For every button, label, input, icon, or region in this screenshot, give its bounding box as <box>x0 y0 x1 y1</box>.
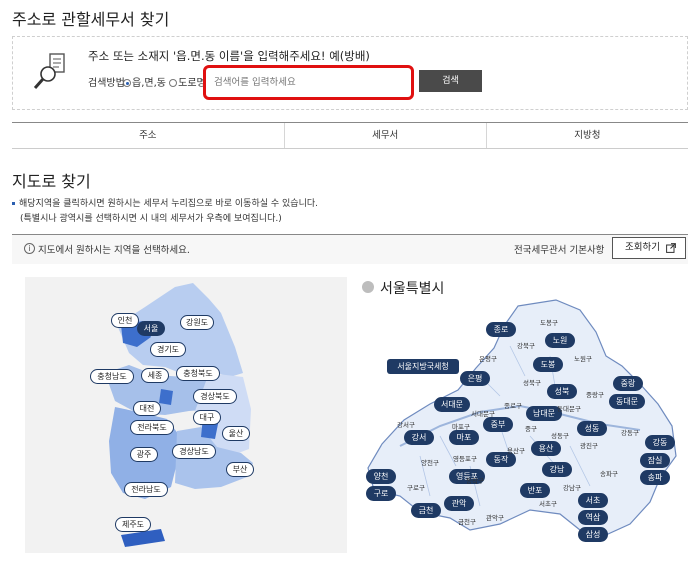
office-nowon[interactable]: 노원 <box>545 333 575 348</box>
region-jeonnam[interactable]: 전라남도 <box>124 482 168 497</box>
region-daejeon[interactable]: 대전 <box>133 401 161 416</box>
office-banpo[interactable]: 반포 <box>520 483 550 498</box>
tab-regional-office[interactable]: 지방청 <box>485 123 688 148</box>
info-text: 지도에서 원하시는 지역을 선택하세요. <box>38 245 190 256</box>
office-geumcheon[interactable]: 금천 <box>411 503 441 518</box>
district-label: 양천구 <box>421 459 439 467</box>
office-samseong[interactable]: 삼성 <box>578 527 608 542</box>
district-label: 용산구 <box>507 447 525 455</box>
search-input[interactable] <box>206 68 411 97</box>
map-note-1: 해당지역을 클릭하시면 원하시는 세무서 누리집으로 바로 이동하실 수 있습니… <box>12 196 318 209</box>
district-label: 영등포구 <box>453 455 477 463</box>
district-label: 강북구 <box>517 342 535 350</box>
office-yangcheon[interactable]: 양천 <box>366 469 396 484</box>
district-label: 종로구 <box>504 402 522 410</box>
seoul-regional-office-label[interactable]: 서울지방국세청 <box>387 359 459 374</box>
district-label: 서대문구 <box>471 410 495 418</box>
search-method-label: 검색방법 <box>88 78 125 89</box>
district-label: 성동구 <box>551 432 569 440</box>
district-label: 성북구 <box>523 379 541 387</box>
region-seoul[interactable]: 서울 <box>137 321 165 336</box>
office-seongdong[interactable]: 성동 <box>577 421 607 436</box>
region-incheon[interactable]: 인천 <box>111 313 139 328</box>
radio-eupmyeondong-label: 읍,면,동 <box>132 78 166 89</box>
result-tabs: 주소 세무서 지방청 <box>12 122 688 149</box>
office-seodaemun[interactable]: 서대문 <box>434 397 470 412</box>
query-button[interactable]: 조회하기 <box>612 237 686 259</box>
office-seocho[interactable]: 서초 <box>578 493 608 508</box>
region-sejong[interactable]: 세종 <box>141 368 169 383</box>
region-chungnam[interactable]: 충청남도 <box>90 369 134 384</box>
radio-eupmyeondong[interactable] <box>123 79 131 87</box>
district-label: 도봉구 <box>540 319 558 327</box>
region-gyeongnam[interactable]: 경상남도 <box>172 444 216 459</box>
search-method-options: 읍,면,동 도로명 <box>123 74 206 89</box>
region-gangwon[interactable]: 강원도 <box>180 315 214 330</box>
radio-road-name-label: 도로명 <box>178 78 206 89</box>
district-label: 중구 <box>525 425 537 433</box>
office-dobong[interactable]: 도봉 <box>533 357 563 372</box>
nationwide-office-link[interactable]: 전국세무관서 기본사항 <box>514 242 604 256</box>
district-label: 강남구 <box>563 484 581 492</box>
tab-tax-office[interactable]: 세무서 <box>283 123 486 148</box>
office-gwanak[interactable]: 관악 <box>444 496 474 511</box>
district-label: 송파구 <box>600 470 618 478</box>
office-songpa[interactable]: 송파 <box>640 470 670 485</box>
office-gangnam[interactable]: 강남 <box>542 462 572 477</box>
region-ulsan[interactable]: 울산 <box>222 426 250 441</box>
seoul-title: 서울특별시 <box>380 281 445 297</box>
office-eunpyeong[interactable]: 은평 <box>460 371 490 386</box>
district-label: 동대문구 <box>557 405 581 413</box>
region-busan[interactable]: 부산 <box>226 462 254 477</box>
office-jongno[interactable]: 종로 <box>486 322 516 337</box>
map-note-2: (특별시나 광역시를 선택하시면 시 내의 세무서가 우측에 보여집니다.) <box>20 214 282 224</box>
office-jungbu[interactable]: 중부 <box>483 417 513 432</box>
region-chungbuk[interactable]: 충청북도 <box>176 366 220 381</box>
circle-arrow-icon <box>362 281 374 293</box>
office-mapo[interactable]: 마포 <box>449 430 479 445</box>
region-jeju[interactable]: 제주도 <box>115 517 151 532</box>
region-jeonbuk[interactable]: 전라북도 <box>130 420 174 435</box>
district-label: 금천구 <box>458 518 476 526</box>
region-gyeonggi[interactable]: 경기도 <box>150 342 186 357</box>
district-label: 강서구 <box>397 421 415 429</box>
seoul-outline <box>367 299 677 535</box>
office-dongdaemun[interactable]: 동대문 <box>609 394 645 409</box>
office-gangseo[interactable]: 강서 <box>404 430 434 445</box>
info-icon: i <box>24 243 35 254</box>
district-label: 중랑구 <box>586 391 604 399</box>
district-label: 서초구 <box>539 500 557 508</box>
district-label: 마포구 <box>452 423 470 431</box>
office-guro[interactable]: 구로 <box>366 486 396 501</box>
map-section-title: 지도로 찾기 <box>12 172 91 191</box>
radio-road-name[interactable] <box>169 79 178 87</box>
search-button[interactable]: 검색 <box>419 70 482 92</box>
office-yeoksam[interactable]: 역삼 <box>578 510 608 525</box>
region-gyeongbuk[interactable]: 경상북도 <box>193 389 237 404</box>
office-gangdong[interactable]: 강동 <box>645 435 675 450</box>
district-label: 광진구 <box>580 442 598 450</box>
document-search-icon <box>33 53 65 89</box>
office-jamsil[interactable]: 잠실 <box>640 453 670 468</box>
district-label: 관악구 <box>486 514 504 522</box>
district-label: 동작구 <box>466 477 484 485</box>
office-seongbuk[interactable]: 성북 <box>547 384 577 399</box>
search-guide-text: 주소 또는 소재지 '읍.면.동 이름'을 입력해주세요! 예(방배) <box>88 49 370 63</box>
daejeon-area[interactable] <box>159 389 173 405</box>
district-label: 은평구 <box>479 355 497 363</box>
page-title: 주소로 관할세무서 찾기 <box>12 10 170 29</box>
district-label: 구로구 <box>407 484 425 492</box>
region-gwangju[interactable]: 광주 <box>130 447 158 462</box>
district-label: 강동구 <box>621 429 639 437</box>
office-jungnang[interactable]: 중랑 <box>613 376 643 391</box>
search-input-wrapper <box>203 65 414 100</box>
query-button-label: 조회하기 <box>625 242 660 253</box>
tab-address[interactable]: 주소 <box>12 123 284 148</box>
region-daegu[interactable]: 대구 <box>193 410 221 425</box>
external-link-icon <box>666 243 676 253</box>
office-yongsan[interactable]: 용산 <box>531 441 561 456</box>
district-label: 노원구 <box>574 355 592 363</box>
